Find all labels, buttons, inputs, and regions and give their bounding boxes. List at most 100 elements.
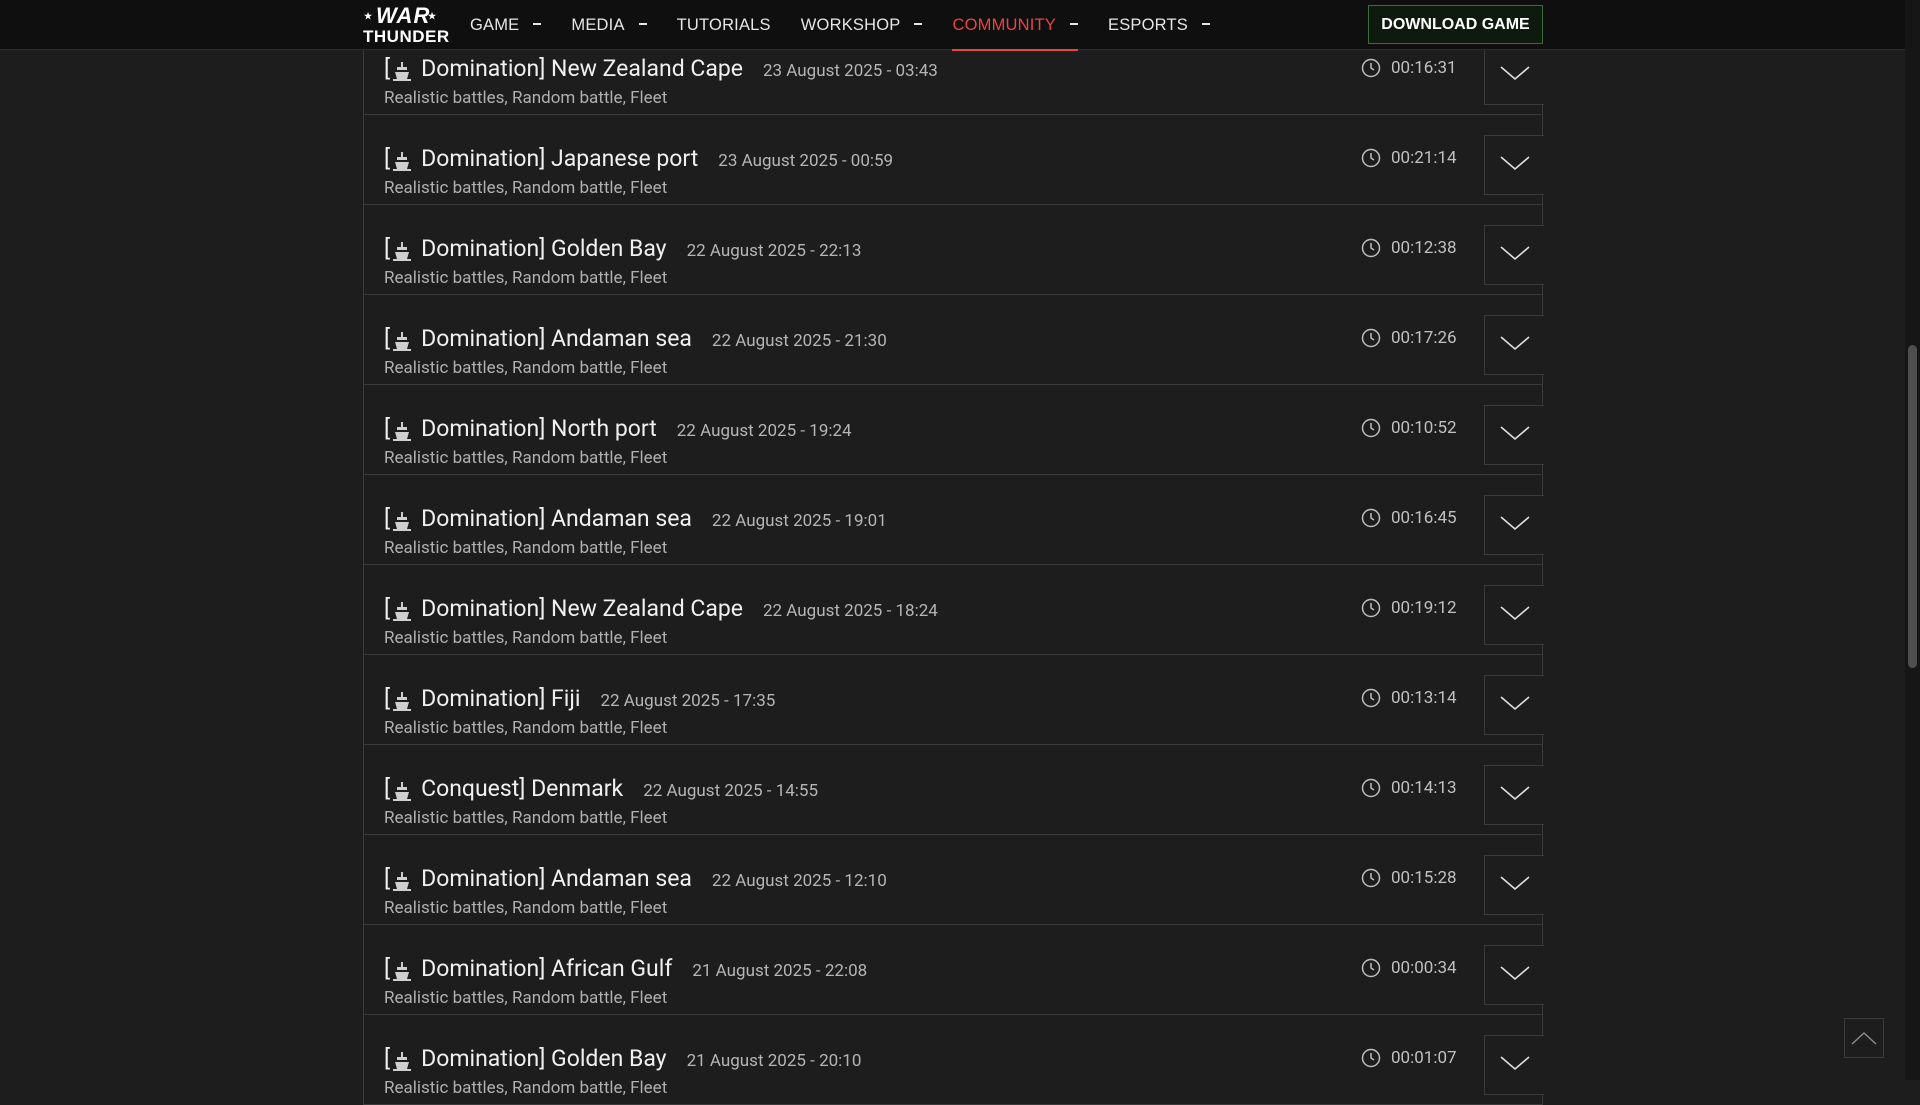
download-game-button[interactable]: DOWNLOAD GAME xyxy=(1368,5,1543,44)
clock-icon xyxy=(1361,58,1381,78)
expand-battle-button[interactable] xyxy=(1484,315,1544,375)
expand-battle-button[interactable] xyxy=(1484,495,1544,555)
battle-modes: Realistic battles, Random battle, Fleet xyxy=(384,808,668,828)
battle-map: Golden Bay xyxy=(551,1045,667,1072)
battle-duration-value: 00:01:07 xyxy=(1391,1048,1457,1068)
battle-title-line: [ Conquest] Denmark 22 August 2025 - 14:… xyxy=(384,775,818,802)
chevron-down-icon xyxy=(1499,514,1531,536)
ship-icon xyxy=(392,420,412,442)
battle-duration: 00:16:31 xyxy=(1361,58,1457,78)
chevron-down-icon xyxy=(1499,694,1531,716)
war-thunder-logo[interactable]: ★ WAR ★ THUNDER xyxy=(362,3,449,47)
battle-title[interactable]: [ Domination] Golden Bay xyxy=(384,235,667,262)
page-scrollbar[interactable] xyxy=(1905,0,1920,1080)
battle-title-line: [ Domination] Fiji 22 August 2025 - 17:3… xyxy=(384,685,775,712)
battle-row[interactable]: [ Domination] Andaman sea 22 August 2025… xyxy=(363,475,1544,565)
battle-date: 22 August 2025 - 12:10 xyxy=(711,871,887,891)
battle-row[interactable]: [ Domination] Golden Bay 22 August 2025 … xyxy=(363,205,1544,295)
battle-title[interactable]: [ Domination] New Zealand Cape xyxy=(384,55,743,82)
chevron-down-icon xyxy=(1499,334,1531,356)
chevron-down-icon xyxy=(1499,874,1531,896)
battle-mode: Domination xyxy=(421,235,540,262)
battle-modes: Realistic battles, Random battle, Fleet xyxy=(384,448,668,468)
ship-icon xyxy=(392,330,412,352)
chevron-down-icon xyxy=(1499,1054,1531,1076)
logo-line1: WAR xyxy=(376,3,431,28)
battle-row[interactable]: [ Conquest] Denmark 22 August 2025 - 14:… xyxy=(363,745,1544,835)
battle-title[interactable]: [ Domination] Golden Bay xyxy=(384,1045,667,1072)
battle-title[interactable]: [ Domination] Japanese port xyxy=(384,145,698,172)
battle-title[interactable]: [ Domination] Andaman sea xyxy=(384,865,692,892)
expand-battle-button[interactable] xyxy=(1484,135,1544,195)
battle-title[interactable]: [ Domination] Fiji xyxy=(384,685,580,712)
ship-icon xyxy=(392,600,412,622)
expand-battle-button[interactable] xyxy=(1484,945,1544,1005)
ship-icon xyxy=(392,240,412,262)
nav-item-esports[interactable]: ESPORTS xyxy=(1108,0,1210,50)
battle-row[interactable]: [ Domination] Japanese port 23 August 20… xyxy=(363,115,1544,205)
expand-battle-button[interactable] xyxy=(1484,765,1544,825)
nav-item-tutorials[interactable]: TUTORIALS xyxy=(677,0,771,50)
nav-item-workshop[interactable]: WORKSHOP xyxy=(801,0,923,50)
battle-modes: Realistic battles, Random battle, Fleet xyxy=(384,178,668,198)
clock-icon xyxy=(1361,238,1381,258)
battle-title[interactable]: [ Domination] Andaman sea xyxy=(384,325,692,352)
expand-battle-button[interactable] xyxy=(1484,405,1544,465)
battle-title-line: [ Domination] Andaman sea 22 August 2025… xyxy=(384,325,887,352)
battle-title[interactable]: [ Domination] New Zealand Cape xyxy=(384,595,743,622)
battle-mode: Domination xyxy=(421,1045,540,1072)
battle-mode: Domination xyxy=(421,145,540,172)
battle-date: 21 August 2025 - 22:08 xyxy=(692,961,868,981)
battle-title-line: [ Domination] New Zealand Cape 22 August… xyxy=(384,595,938,622)
battle-mode: Domination xyxy=(421,685,540,712)
battle-duration: 00:00:34 xyxy=(1361,958,1457,978)
nav-item-label: WORKSHOP xyxy=(800,15,901,34)
battle-duration: 00:12:38 xyxy=(1361,238,1457,258)
battle-date: 22 August 2025 - 22:13 xyxy=(686,241,862,261)
dropdown-caret-icon xyxy=(1070,23,1079,25)
battle-row[interactable]: [ Domination] Andaman sea 22 August 2025… xyxy=(363,835,1544,925)
scrollbar-thumb[interactable] xyxy=(1908,345,1917,668)
battle-duration-value: 00:15:28 xyxy=(1391,868,1457,888)
battle-date: 22 August 2025 - 19:24 xyxy=(676,421,852,441)
battle-date: 22 August 2025 - 14:55 xyxy=(643,781,819,801)
dropdown-caret-icon xyxy=(1201,23,1210,25)
battle-title[interactable]: [ Domination] African Gulf xyxy=(384,955,672,982)
battle-title[interactable]: [ Domination] North port xyxy=(384,415,657,442)
chevron-down-icon xyxy=(1499,244,1531,266)
battle-row[interactable]: [ Domination] North port 22 August 2025 … xyxy=(363,385,1544,475)
battle-title[interactable]: [ Conquest] Denmark xyxy=(384,775,623,802)
battle-duration: 00:10:52 xyxy=(1361,418,1457,438)
battle-date: 22 August 2025 - 19:01 xyxy=(711,511,887,531)
nav-item-community[interactable]: COMMUNITY xyxy=(952,0,1079,51)
battle-mode: Domination xyxy=(421,595,540,622)
main-nav: GAME MEDIA TUTORIALS WORKSHOP COMMUNITY ESPOR… xyxy=(470,0,1240,51)
battle-row[interactable]: [ Domination] Andaman sea 22 August 2025… xyxy=(363,295,1544,385)
back-to-top-button[interactable] xyxy=(1844,1018,1884,1058)
battle-modes: Realistic battles, Random battle, Fleet xyxy=(384,1078,668,1098)
battle-modes: Realistic battles, Random battle, Fleet xyxy=(384,988,668,1008)
battle-row[interactable]: [ Domination] New Zealand Cape 22 August… xyxy=(363,565,1544,655)
expand-battle-button[interactable] xyxy=(1484,585,1544,645)
battle-row[interactable]: [ Domination] African Gulf 21 August 202… xyxy=(363,925,1544,1015)
battle-mode: Domination xyxy=(421,55,540,82)
expand-battle-button[interactable] xyxy=(1484,225,1544,285)
battle-duration-value: 00:14:13 xyxy=(1391,778,1457,798)
battle-date: 21 August 2025 - 20:10 xyxy=(686,1051,862,1071)
clock-icon xyxy=(1361,148,1381,168)
battle-title-line: [ Domination] African Gulf 21 August 202… xyxy=(384,955,867,982)
expand-battle-button[interactable] xyxy=(1484,855,1544,915)
expand-battle-button[interactable] xyxy=(1484,675,1544,735)
battle-list: [ Domination] New Zealand Cape 23 August… xyxy=(363,25,1544,1105)
nav-item-game[interactable]: GAME xyxy=(470,0,542,50)
expand-battle-button[interactable] xyxy=(1484,45,1544,105)
clock-icon xyxy=(1361,688,1381,708)
nav-item-media[interactable]: MEDIA xyxy=(571,0,647,50)
battle-row[interactable]: [ Domination] Fiji 22 August 2025 - 17:3… xyxy=(363,655,1544,745)
battle-map: Andaman sea xyxy=(551,865,692,892)
clock-icon xyxy=(1361,508,1381,528)
expand-battle-button[interactable] xyxy=(1484,1035,1544,1095)
battle-title[interactable]: [ Domination] Andaman sea xyxy=(384,505,692,532)
battle-row[interactable]: [ Domination] Golden Bay 21 August 2025 … xyxy=(363,1015,1544,1105)
battle-mode: Conquest xyxy=(421,775,520,802)
